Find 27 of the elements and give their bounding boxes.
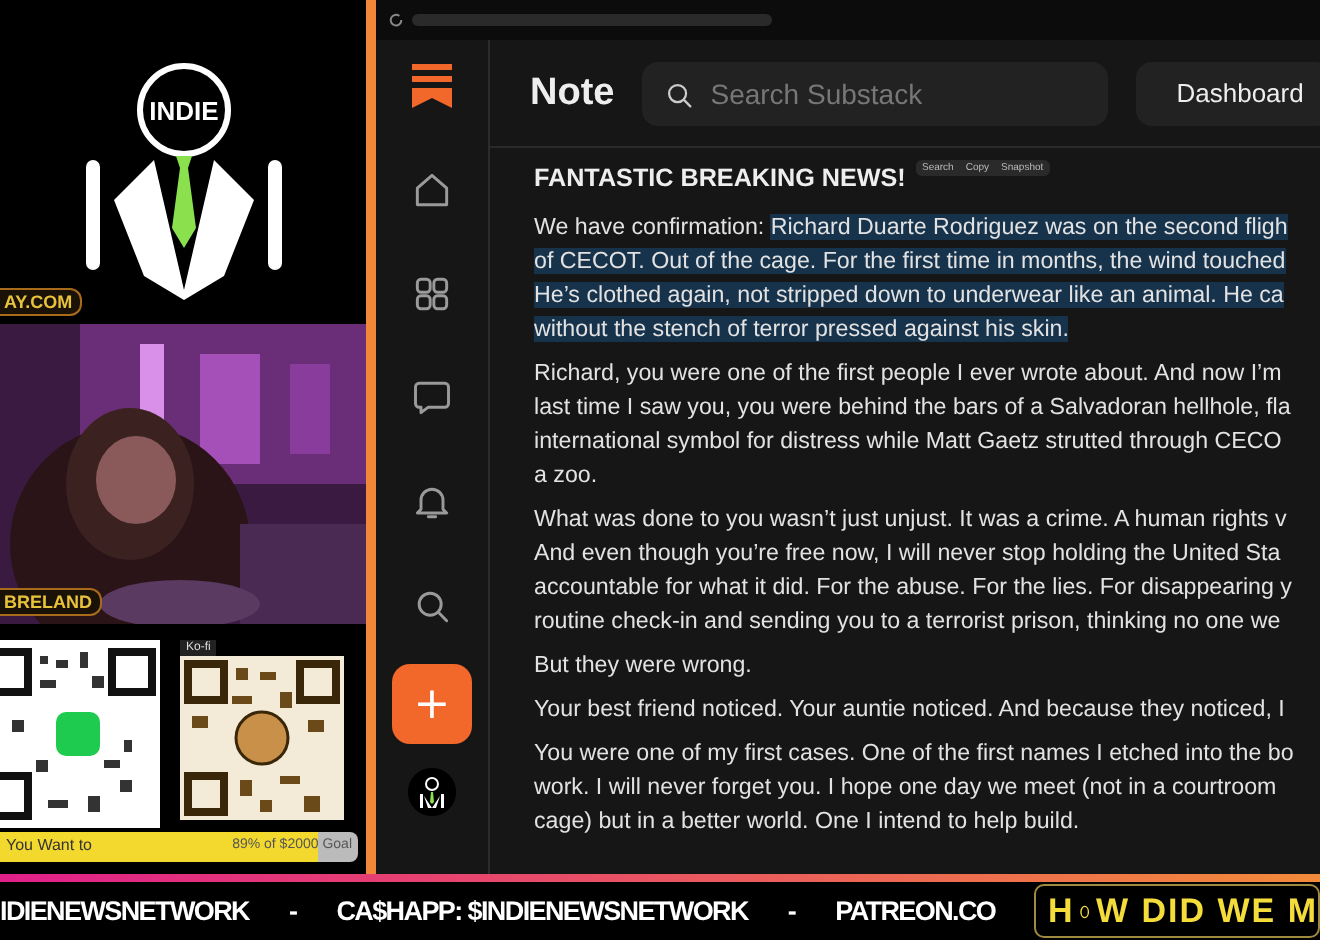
grid-icon[interactable]	[410, 272, 454, 316]
paragraph: You were one of my first cases. One of the first names I etched into the bo work. I will never forget you. I hope one day we meet (not in a courtroom cage) but in a better world. One I intend to help build.	[534, 738, 1296, 838]
bookmark-logo-icon[interactable]	[412, 64, 452, 108]
paragraph: Richard, you were one of the first people I ever wrote about. And now I’m last time I saw you, you were behind the bars of a Salvadoran hellhole, fla international symbol for distress while Matt Gaetz strutted through CECO a zoo.	[534, 358, 1293, 492]
paragraph: Your best friend noticed. Your auntie noticed. And because they noticed, I	[534, 694, 1287, 726]
paragraph: We have confirmation: Richard Duarte Rodriguez was on the second fligh of CECOT. Out of the cage. For the first time in months, the wind touched He’s clothed again, not stripped down to underwear like an animal. He ca without the stench of terror pressed against his skin.	[534, 212, 1290, 346]
qr-code-icon	[180, 656, 344, 820]
banner-text: W DID WE M	[1095, 891, 1318, 931]
paragraph: But they were wrong.	[534, 650, 754, 682]
ticker-text: IDIENEWSNETWORK	[0, 896, 249, 926]
page-title: Note	[530, 71, 615, 115]
reload-icon[interactable]	[388, 12, 404, 28]
paragraph: What was done to you wasn’t just unjust. It was a crime. A human rights v And even though you’re free now, I will never stop holding the United Sta accountable for what it did. For the abuse. For the lies. For disappearing y routine check-in and sending you to a terrorist prison, thinking no one we	[534, 504, 1294, 638]
ticker-text: CA$HAPP: $INDIENEWSNETWORK	[336, 896, 748, 926]
banner-text: H	[1048, 891, 1075, 931]
ticker-text: -	[289, 896, 297, 926]
logo-text: INDIE	[148, 96, 218, 126]
ticker-text: -	[787, 896, 796, 926]
search-field[interactable]: Search Substack	[642, 61, 1109, 125]
chat-bubble-icon[interactable]	[410, 376, 454, 420]
post-heading: FANTASTIC BREAKING NEWS!	[534, 164, 906, 192]
goal-label: You Want to	[6, 836, 92, 854]
ticker-text: PATREON.CO	[835, 896, 996, 926]
website-tag: AY.COM	[0, 288, 83, 316]
home-icon[interactable]	[410, 168, 454, 212]
name-tag: BRELAND	[0, 588, 102, 616]
dashboard-button[interactable]: Dashboard	[1136, 61, 1320, 125]
